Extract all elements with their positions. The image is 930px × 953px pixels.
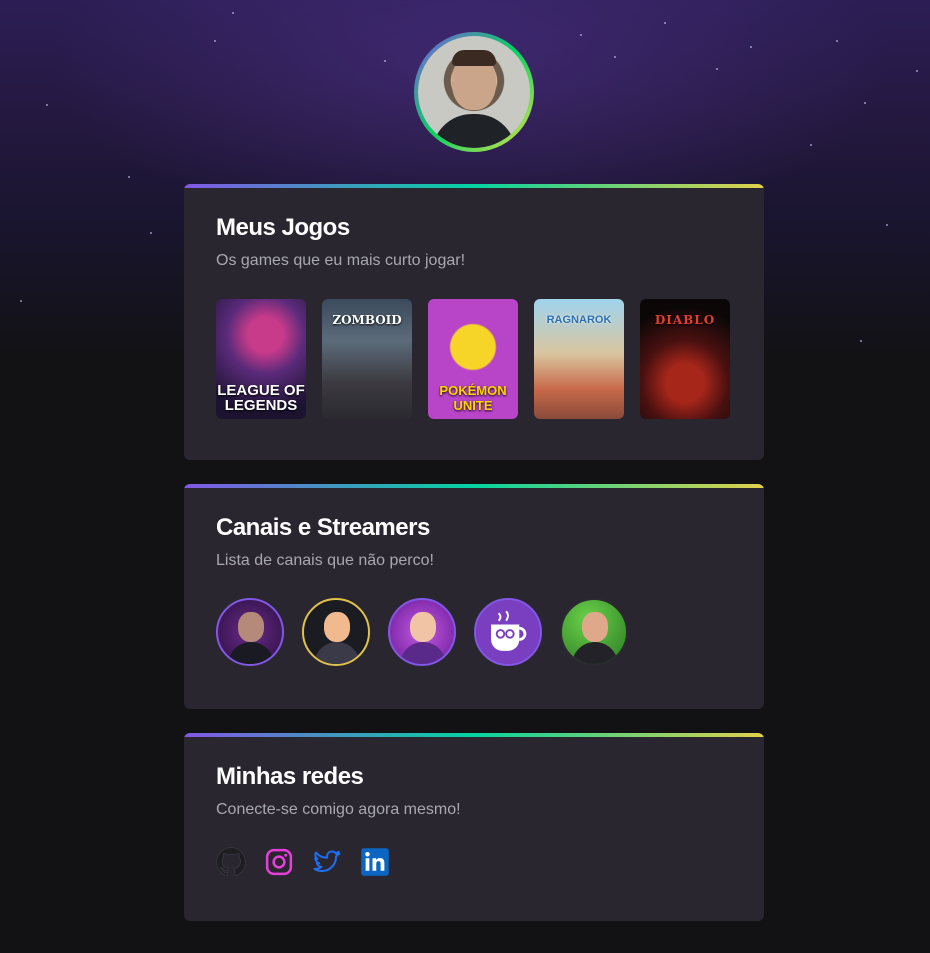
game-label: DIABLO	[654, 313, 716, 327]
github-link[interactable]	[216, 847, 246, 877]
streamers-title: Canais e Streamers	[216, 514, 430, 541]
game-label: RAGNAROK	[546, 314, 612, 326]
game-pokemon-unite[interactable]: POKÉMON UNITE	[428, 299, 518, 419]
github-icon	[216, 847, 246, 877]
game-diablo[interactable]: DIABLO	[640, 299, 730, 419]
streamers-subtitle: Lista de canais que não perco!	[216, 552, 434, 569]
linkedin-link[interactable]	[360, 847, 390, 877]
games-subtitle: Os games que eu mais curto jogar!	[216, 252, 466, 269]
twitter-icon	[313, 850, 341, 873]
linkedin-icon	[361, 848, 389, 876]
streamer-avatar[interactable]	[560, 598, 628, 666]
socials-subtitle: Conecte-se comigo agora mesmo!	[216, 801, 461, 818]
games-title: Meus Jogos	[216, 214, 350, 241]
coffee-mug-icon	[491, 610, 527, 651]
game-label: LEAGUE OF LEGENDS	[217, 382, 305, 414]
socials-card: Minhas redes Conecte-se comigo agora mes…	[184, 733, 764, 921]
game-league-of-legends[interactable]: LEAGUE OF LEGENDS	[216, 299, 306, 419]
profile-avatar	[414, 32, 534, 152]
streamer-avatar[interactable]	[302, 598, 370, 666]
streamers-card: Canais e Streamers Lista de canais que n…	[184, 484, 764, 709]
socials-title: Minhas redes	[216, 763, 364, 790]
game-ragnarok[interactable]: RAGNAROK	[534, 299, 624, 419]
streamer-avatar[interactable]	[474, 598, 542, 666]
streamer-avatar[interactable]	[388, 598, 456, 666]
games-list: LEAGUE OF LEGENDS ZOMBOID POKÉMON UNITE …	[216, 299, 730, 419]
game-project-zomboid[interactable]: ZOMBOID	[322, 299, 412, 419]
instagram-link[interactable]	[264, 847, 294, 877]
games-card: Meus Jogos Os games que eu mais curto jo…	[184, 184, 764, 460]
instagram-icon	[265, 848, 293, 876]
game-label: POKÉMON UNITE	[439, 383, 507, 413]
streamer-avatar[interactable]	[216, 598, 284, 666]
game-label: ZOMBOID	[332, 313, 402, 327]
twitter-link[interactable]	[312, 847, 342, 877]
streamers-list	[216, 598, 628, 666]
social-links	[216, 847, 390, 877]
